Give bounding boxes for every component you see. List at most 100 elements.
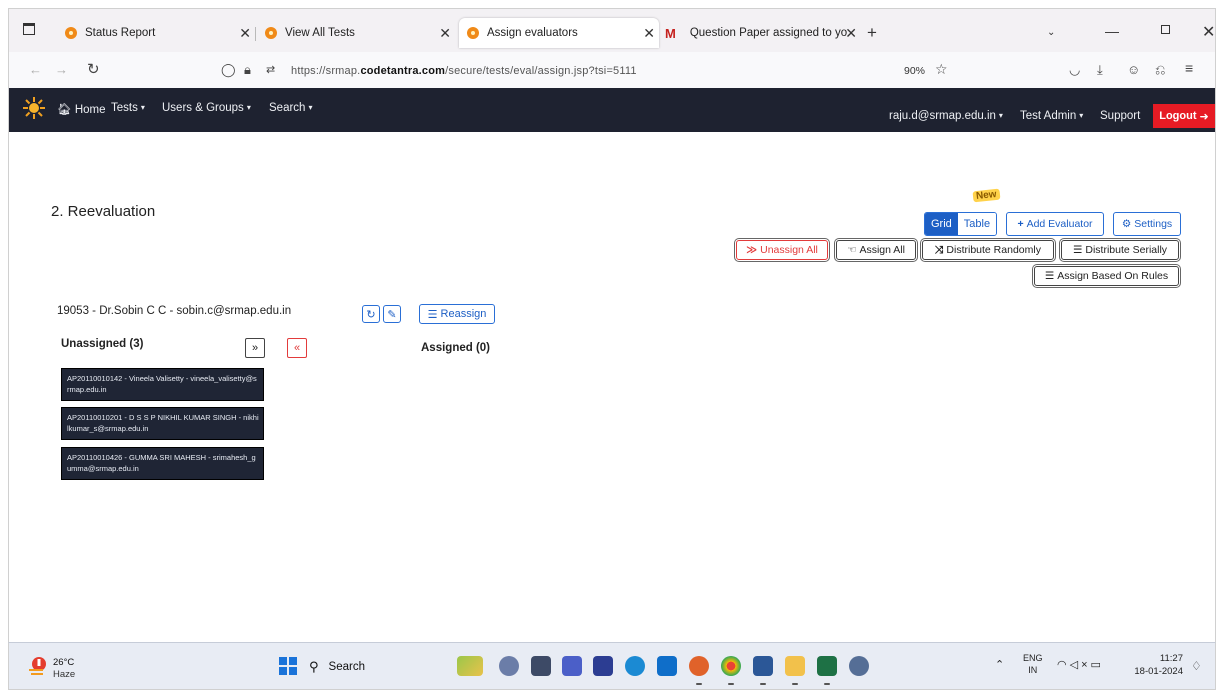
clock-date: 18-01-2024 [1134,666,1183,677]
downloads-icon[interactable]: ⤓ [1097,62,1103,78]
add-evaluator-label: Add Evaluator [1026,218,1093,230]
taskbar-clock[interactable]: 11:27 18-01-2024 [1133,652,1183,678]
chrome-icon[interactable] [721,656,741,676]
student-card[interactable]: AP20110010142 - Vineela Valisetty - vine… [61,368,264,401]
lock-icon[interactable]: 🔒︎ [244,62,251,78]
student-card[interactable]: AP20110010201 - D S S P NIKHIL KUMAR SIN… [61,407,264,440]
settings-button[interactable]: ⚙ Settings [1113,212,1181,236]
system-tray: ◠◁×▭ [1057,658,1104,671]
firefox-icon[interactable] [689,656,709,676]
support-link[interactable]: Support [1100,110,1140,122]
codetantra-favicon-icon [265,27,277,39]
nav-home-label: Home [74,104,106,116]
windows-start-icon[interactable] [279,657,297,675]
hamburger-menu-icon[interactable]: ≡ [1185,60,1193,76]
teams-icon[interactable] [562,656,582,676]
student-card[interactable]: AP20110010426 - GUMMA SRI MAHESH - srima… [61,447,264,480]
close-tab-icon[interactable]: ✕ [643,25,655,42]
edge-icon[interactable] [625,656,645,676]
refresh-evaluator-button[interactable]: ↻ [362,305,380,323]
volume-icon[interactable]: ◁× [1070,659,1091,671]
close-tab-icon[interactable]: ✕ [439,25,451,42]
user-menu[interactable]: raju.d@srmap.edu.in ▾ [889,110,1003,122]
running-indicator [696,683,702,685]
unassign-all-button[interactable]: ≫ Unassign All [736,240,828,260]
word-icon[interactable] [753,656,773,676]
nav-home[interactable]: 🏠︎ Home [57,102,106,116]
tracking-protection-icon[interactable]: ◯ [221,62,236,78]
language-indicator[interactable]: ENG IN [1023,652,1043,676]
codetantra-favicon-icon [65,27,77,39]
bookmark-star-icon[interactable]: ☆ [935,61,948,78]
taskbar-search[interactable]: ⚲ Search [309,655,445,679]
page-title: 2. Reevaluation [51,203,156,220]
taskbar-app-icon[interactable] [849,656,869,676]
zoom-level[interactable]: 90% [904,65,925,77]
taskbar-news-icon[interactable] [457,656,483,676]
nav-users-groups[interactable]: Users & Groups ▾ [162,102,251,114]
file-explorer-icon[interactable] [785,656,805,676]
move-to-assigned-button[interactable]: » [245,338,265,358]
store-icon[interactable] [593,656,613,676]
move-to-unassigned-button[interactable]: « [287,338,307,358]
new-tab-icon[interactable]: + [867,23,877,43]
reassign-button[interactable]: ☰ Reassign [419,304,495,324]
reassign-icon: ☰ [427,308,438,321]
pocket-icon[interactable]: ◡ [1069,62,1080,78]
notification-bell-icon[interactable]: ♢ [1191,659,1202,673]
account-icon[interactable]: ☺ [1127,62,1140,77]
tab-label: Question Paper assigned to yo [689,27,848,39]
url-domain: codetantra.com [360,65,446,77]
battery-icon[interactable]: ▭ [1091,659,1104,671]
forward-icon[interactable]: → [55,62,68,77]
tab-status-report[interactable]: Status Report ✕ [59,18,255,48]
table-view-button[interactable]: Table [957,213,997,235]
show-hidden-icons-icon[interactable]: ⌃ [995,658,1004,671]
assign-based-on-rules-button[interactable]: ☰ Assign Based On Rules [1034,266,1179,286]
url-field[interactable]: https://srmap.codetantra.com/secure/test… [291,65,637,77]
edit-evaluator-button[interactable]: ✎ [383,305,401,323]
distribute-serially-button[interactable]: ☰ Distribute Serially [1061,240,1179,260]
extensions-icon[interactable]: ⎌ [1155,62,1165,78]
double-chevron-left-icon: « [293,342,301,354]
window-menu-icon[interactable] [23,23,35,35]
gmail-icon: M [665,25,676,41]
add-evaluator-button[interactable]: + Add Evaluator [1006,212,1104,236]
running-indicator [760,683,766,685]
shuffle-icon: ⤨ [935,243,944,256]
tab-question-paper[interactable]: M Question Paper assigned to yo ✕ [661,18,875,48]
distribute-serially-label: Distribute Serially [1085,244,1168,256]
reload-icon[interactable]: ↻ [87,60,100,78]
wifi-icon[interactable]: ◠ [1057,659,1070,671]
user-email: raju.d@srmap.edu.in [889,110,996,122]
taskbar-file-icon[interactable] [531,656,551,676]
taskbar-widget-icon[interactable] [499,656,519,676]
mail-icon[interactable] [657,656,677,676]
list-all-tabs-icon[interactable]: ⌄ [1047,27,1055,38]
permissions-icon[interactable]: ⇄ [266,63,275,76]
tab-view-all-tests[interactable]: View All Tests ✕ [257,18,455,48]
assign-icon: ☜ [847,244,857,256]
nav-tests[interactable]: Tests ▾ [111,102,145,114]
nav-search[interactable]: Search ▾ [269,102,312,114]
view-toggle: Grid Table [924,212,998,236]
caret-down-icon: ▾ [308,103,313,112]
role-menu[interactable]: Test Admin ▾ [1020,110,1083,122]
minimize-icon[interactable]: — [1105,23,1119,39]
close-tab-icon[interactable]: ✕ [239,25,251,42]
excel-icon[interactable] [817,656,837,676]
distribute-randomly-button[interactable]: ⤨ Distribute Randomly [922,240,1054,260]
assign-all-button[interactable]: ☜ Assign All [836,240,916,260]
back-icon[interactable]: ← [29,62,42,77]
tab-assign-evaluators[interactable]: Assign evaluators ✕ [459,18,659,48]
logout-button[interactable]: Logout ➜ [1153,104,1215,128]
codetantra-logo-icon[interactable] [23,97,45,119]
nav-tests-label: Tests [111,102,138,114]
site-header: 🏠︎ Home Tests ▾ Users & Groups ▾ Search ▾ r… [8,88,1216,132]
grid-view-button[interactable]: Grid [925,213,958,235]
search-icon: ⚲ [309,659,319,674]
maximize-icon[interactable] [1161,25,1170,34]
weather-thermometer-icon[interactable] [27,655,49,677]
close-tab-icon[interactable]: ✕ [845,25,857,42]
close-window-icon[interactable]: ✕ [1202,22,1215,42]
